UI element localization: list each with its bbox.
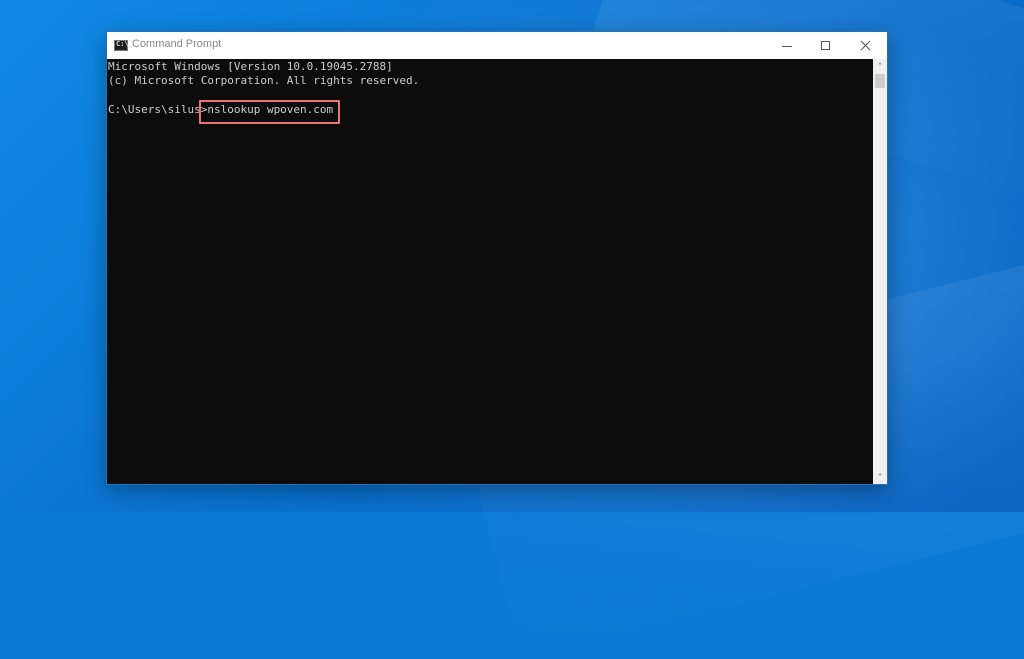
close-icon <box>860 40 871 51</box>
minimize-button[interactable] <box>767 32 807 59</box>
command-highlight-box <box>199 100 340 124</box>
maximize-button[interactable] <box>805 32 845 59</box>
window-title: Command Prompt <box>132 38 222 50</box>
minimize-icon <box>782 45 792 47</box>
scrollbar-thumb[interactable] <box>875 74 885 88</box>
command-prompt-window[interactable]: C:\_ Command Prompt Microsoft Windows [V… <box>107 32 887 484</box>
scroll-down-arrow-icon[interactable]: ˅ <box>873 470 887 484</box>
console-output[interactable]: Microsoft Windows [Version 10.0.19045.27… <box>107 59 873 484</box>
maximize-icon <box>820 41 830 50</box>
cmd-icon-glyph: C:\_ <box>116 40 133 48</box>
scroll-up-arrow-icon[interactable]: ˄ <box>873 59 887 73</box>
console-line: Microsoft Windows [Version 10.0.19045.27… <box>108 60 393 73</box>
console-line: (c) Microsoft Corporation. All rights re… <box>108 74 420 87</box>
vertical-scrollbar[interactable]: ˄ ˅ <box>873 59 887 484</box>
cmd-icon[interactable]: C:\_ <box>114 40 133 51</box>
title-bar[interactable]: C:\_ Command Prompt <box>107 32 887 59</box>
close-button[interactable] <box>845 32 885 59</box>
